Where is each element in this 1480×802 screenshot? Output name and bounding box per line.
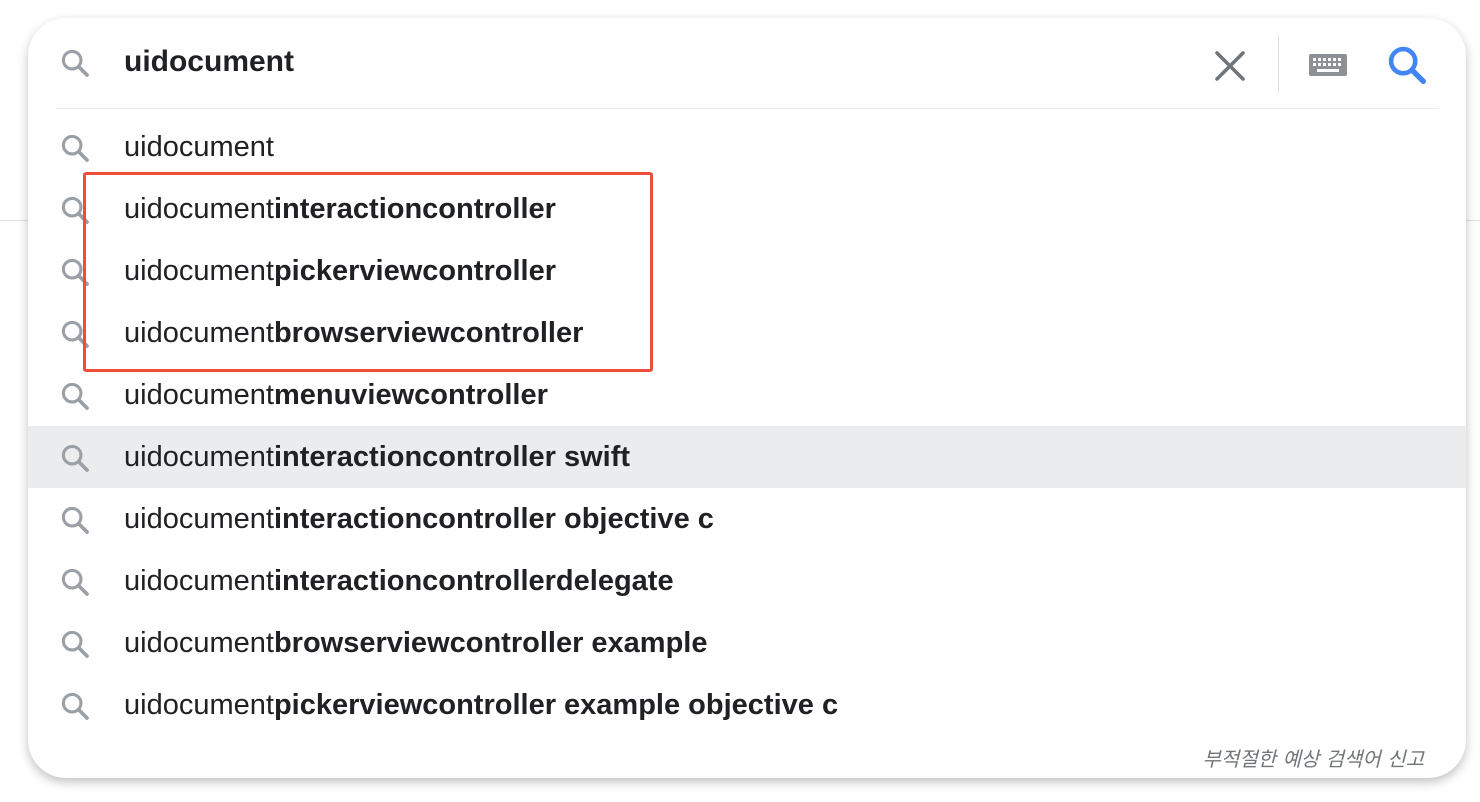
search-icon (1388, 46, 1426, 84)
suggestion-item[interactable]: uidocumentinteractioncontroller objectiv… (28, 488, 1466, 550)
suggestion-completion: pickerviewcontroller (273, 255, 556, 287)
suggestion-completion: pickerviewcontroller example objective c (273, 689, 839, 721)
suggestion-text: uidocumentinteractioncontroller swift (124, 437, 630, 477)
suggestion-text: uidocumentpickerviewcontroller example o… (124, 685, 838, 725)
search-icon (58, 503, 92, 537)
suggestion-prefix: uidocument (124, 627, 274, 659)
search-icon (58, 565, 92, 599)
suggestion-item-highlighted[interactable]: uidocumentinteractioncontroller swift (28, 426, 1466, 488)
keyboard-button[interactable] (1306, 48, 1350, 82)
suggestion-text: uidocumentinteractioncontrollerdelegate (124, 561, 674, 601)
suggestion-item[interactable]: uidocumentpickerviewcontroller (28, 240, 1466, 302)
suggestion-prefix: uidocument (124, 131, 274, 163)
search-icon (58, 689, 92, 723)
search-icon (58, 441, 92, 475)
suggestion-text: uidocumentpickerviewcontroller (124, 251, 556, 291)
suggestion-text: uidocumentmenuviewcontroller (124, 375, 548, 415)
suggestion-completion: interactioncontroller swift (273, 441, 631, 473)
close-icon (1215, 51, 1245, 81)
suggestion-text: uidocumentbrowserviewcontroller (124, 313, 583, 353)
suggestion-prefix: uidocument (124, 441, 274, 473)
suggestion-prefix: uidocument (124, 689, 274, 721)
suggestion-completion: browserviewcontroller (273, 317, 584, 349)
search-icon (58, 131, 92, 165)
suggestion-prefix: uidocument (124, 503, 274, 535)
suggestion-text: uidocument (124, 127, 274, 167)
suggestion-item[interactable]: uidocumentpickerviewcontroller example o… (28, 674, 1466, 736)
suggestion-completion: menuviewcontroller (273, 379, 548, 411)
suggestion-item[interactable]: uidocument (28, 116, 1466, 178)
suggestion-prefix: uidocument (124, 565, 274, 597)
suggestion-text: uidocumentinteractioncontroller (124, 189, 556, 229)
search-bar[interactable]: uidocument (28, 18, 1466, 108)
search-icon (58, 627, 92, 661)
clear-search-button[interactable] (1208, 44, 1252, 88)
search-icon (58, 46, 92, 80)
search-autocomplete-panel: uidocument uidocument uidocumentinteract… (28, 18, 1466, 778)
suggestion-completion: interactioncontroller objective c (273, 503, 714, 535)
search-icon (58, 193, 92, 227)
suggestion-text: uidocumentbrowserviewcontroller example (124, 623, 708, 663)
suggestion-item[interactable]: uidocumentbrowserviewcontroller example (28, 612, 1466, 674)
suggestion-prefix: uidocument (124, 317, 274, 349)
suggestion-list: uidocument uidocumentinteractioncontroll… (28, 116, 1466, 736)
keyboard-icon (1309, 54, 1347, 76)
suggestion-item[interactable]: uidocumentmenuviewcontroller (28, 364, 1466, 426)
search-bar-separator (1278, 36, 1279, 92)
suggestion-item[interactable]: uidocumentinteractioncontrollerdelegate (28, 550, 1466, 612)
suggestion-item[interactable]: uidocumentinteractioncontroller (28, 178, 1466, 240)
suggestion-prefix: uidocument (124, 193, 274, 225)
suggestion-item[interactable]: uidocumentbrowserviewcontroller (28, 302, 1466, 364)
suggestion-text: uidocumentinteractioncontroller objectiv… (124, 499, 714, 539)
suggestion-completion: browserviewcontroller example (273, 627, 708, 659)
search-submit-button[interactable] (1384, 42, 1430, 88)
search-bar-underline (56, 108, 1438, 109)
suggestion-completion: interactioncontrollerdelegate (273, 565, 674, 597)
search-icon (58, 255, 92, 289)
search-icon (58, 317, 92, 351)
suggestion-prefix: uidocument (124, 379, 274, 411)
suggestion-prefix: uidocument (124, 255, 274, 287)
report-inappropriate-predictions-link[interactable]: 부적절한 예상 검색어 신고 (1203, 743, 1424, 772)
suggestion-completion: interactioncontroller (273, 193, 556, 225)
search-input[interactable]: uidocument (124, 42, 294, 82)
search-icon (58, 379, 92, 413)
